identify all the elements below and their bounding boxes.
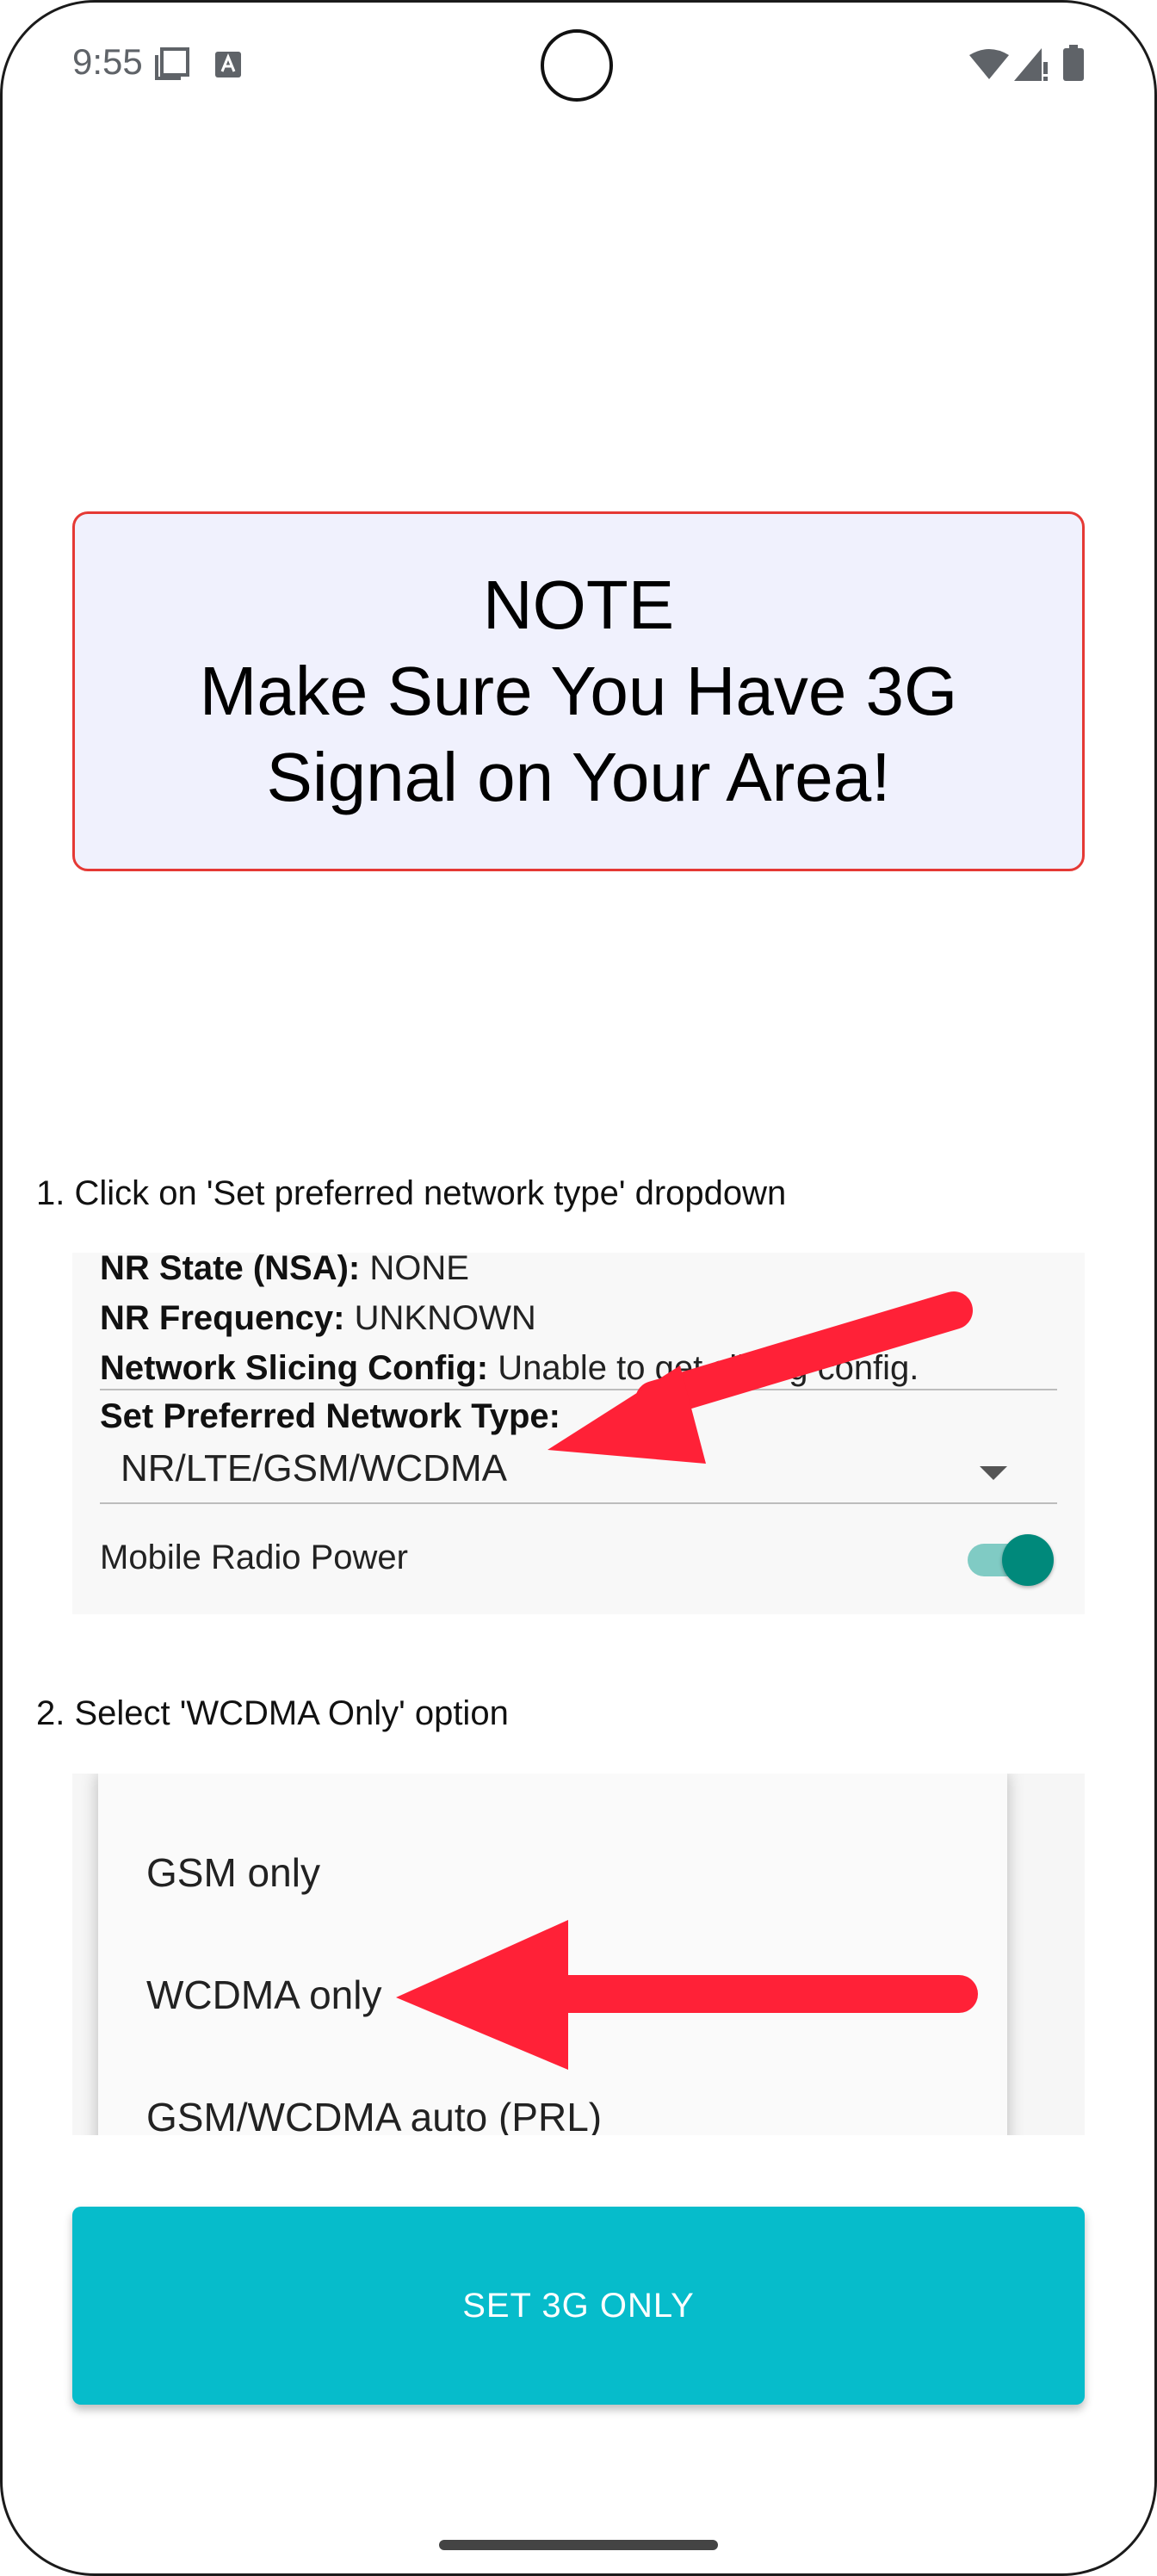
step1-instruction: 1. Click on 'Set preferred network type'… — [36, 1174, 787, 1212]
note-heading: NOTE — [482, 567, 675, 643]
step2-instruction: 2. Select 'WCDMA Only' option — [36, 1694, 509, 1732]
a-notification-icon — [215, 52, 241, 82]
wifi-icon — [969, 48, 1009, 84]
battery-icon — [1062, 45, 1085, 85]
note-line: Make Sure You Have 3G — [199, 653, 958, 729]
status-time: 9:55 — [72, 41, 143, 82]
nr-state-label: NR State (NSA): — [100, 1253, 361, 1287]
phone-screen: 9:55 NOTE Make Sure You Have 3G Signal o… — [0, 0, 1157, 2576]
preferred-network-label: Set Preferred Network Type: — [100, 1397, 560, 1435]
toggle-thumb — [1002, 1534, 1054, 1586]
menu-item-gsm-wcdma-auto[interactable]: GSM/WCDMA auto (PRL) — [146, 2094, 602, 2135]
nr-frequency-label: NR Frequency: — [100, 1299, 345, 1337]
nr-state-value: NONE — [360, 1253, 469, 1287]
network-settings-screenshot: NR State (NSA): NONE NR Frequency: UNKNO… — [72, 1253, 1085, 1614]
nr-state-row: NR State (NSA): NONE — [100, 1253, 469, 1288]
screenshot-icon — [153, 46, 191, 85]
chevron-down-icon[interactable] — [980, 1466, 1007, 1480]
note-box: NOTE Make Sure You Have 3G Signal on You… — [72, 511, 1085, 871]
menu-item-gsm-only[interactable]: GSM only — [146, 1849, 320, 1896]
nr-frequency-row: NR Frequency: UNKNOWN — [100, 1299, 536, 1338]
network-options-screenshot: GSM only WCDMA only GSM/WCDMA auto (PRL) — [72, 1774, 1085, 2135]
preferred-network-dropdown[interactable]: NR/LTE/GSM/WCDMA — [121, 1447, 507, 1490]
home-indicator[interactable] — [439, 2540, 718, 2550]
divider — [100, 1389, 1057, 1390]
slicing-config-row: Network Slicing Config: Unable to get sl… — [100, 1349, 919, 1388]
menu-item-wcdma-only[interactable]: WCDMA only — [146, 1972, 381, 2018]
signal-icon — [1014, 48, 1049, 85]
camera-cutout — [541, 29, 613, 102]
preferred-network-row: Set Preferred Network Type: — [100, 1397, 560, 1436]
nr-frequency-value: UNKNOWN — [344, 1299, 536, 1337]
divider — [100, 1502, 1057, 1504]
note-line: Signal on Your Area! — [266, 739, 891, 815]
slicing-config-value: Unable to get slicing config. — [488, 1349, 919, 1387]
mobile-radio-power-label: Mobile Radio Power — [100, 1539, 408, 1576]
network-type-menu: GSM only WCDMA only GSM/WCDMA auto (PRL) — [98, 1774, 1007, 2135]
set-3g-only-button[interactable]: SET 3G ONLY — [72, 2207, 1085, 2405]
slicing-config-label: Network Slicing Config: — [100, 1349, 489, 1387]
mobile-radio-power-toggle[interactable] — [968, 1534, 1054, 1586]
status-bar: 9:55 — [0, 0, 1157, 129]
